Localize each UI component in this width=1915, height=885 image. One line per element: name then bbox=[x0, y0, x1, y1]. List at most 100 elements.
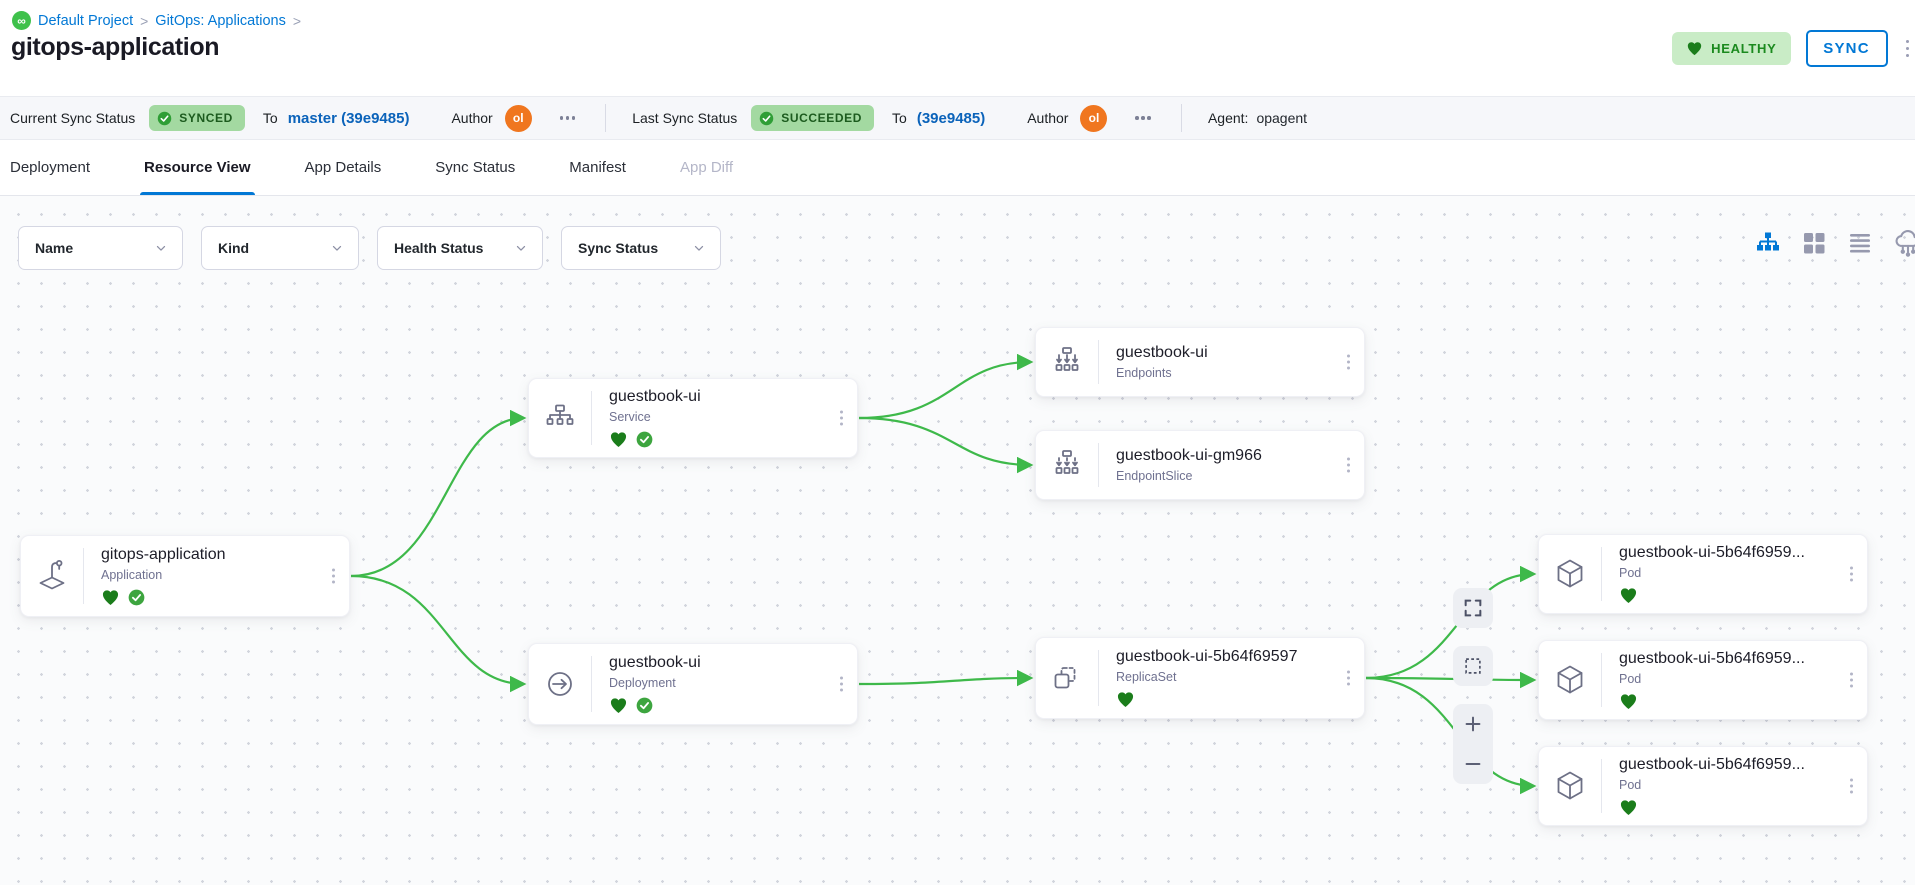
node-menu-icon[interactable] bbox=[1343, 667, 1354, 690]
node-menu-icon[interactable] bbox=[1343, 454, 1354, 477]
resource-node-endpointslice-guestbook-ui-gm966[interactable]: guestbook-ui-gm966EndpointSlice bbox=[1035, 430, 1365, 500]
endpointslice-icon bbox=[1047, 445, 1087, 485]
edge-dep-to-rs bbox=[859, 678, 1031, 684]
last-sync-status-label: Last Sync Status bbox=[632, 110, 737, 126]
more-options-icon[interactable] bbox=[1903, 36, 1913, 62]
succeeded-badge: SUCCEEDED bbox=[751, 105, 874, 131]
node-menu-icon[interactable] bbox=[1846, 563, 1857, 586]
healthy-heart-icon bbox=[609, 697, 628, 714]
more-options-icon[interactable] bbox=[556, 112, 580, 124]
healthy-heart-icon bbox=[1116, 691, 1135, 708]
node-title: guestbook-ui bbox=[609, 654, 701, 672]
synced-check-icon bbox=[636, 431, 653, 448]
edge-app-to-dep bbox=[351, 576, 524, 684]
chevron-down-icon bbox=[330, 241, 344, 255]
cloud-view-icon[interactable] bbox=[1893, 228, 1915, 258]
filter-dropdown-kind[interactable]: Kind bbox=[201, 226, 359, 270]
node-title: guestbook-ui-5b64f6959... bbox=[1619, 544, 1805, 562]
tab-manifest[interactable]: Manifest bbox=[569, 140, 626, 195]
breadcrumb-link-gitops-applications[interactable]: GitOps: Applications bbox=[155, 13, 286, 29]
chevron-down-icon bbox=[692, 241, 706, 255]
heart-icon bbox=[1686, 41, 1703, 56]
breadcrumb-separator: > bbox=[140, 13, 148, 29]
node-title: guestbook-ui bbox=[1116, 344, 1208, 362]
node-menu-icon[interactable] bbox=[836, 673, 847, 696]
node-kind: Application bbox=[101, 568, 226, 582]
page-header: ∞ Default Project > GitOps: Applications… bbox=[0, 0, 1915, 96]
plus-icon bbox=[1462, 713, 1484, 735]
node-menu-icon[interactable] bbox=[836, 407, 847, 430]
current-sync-target-link[interactable]: master (39e9485) bbox=[288, 110, 410, 127]
resource-node-pod-guestbook-ui-5b64f6959[interactable]: guestbook-ui-5b64f6959... Pod bbox=[1538, 534, 1868, 614]
node-title: guestbook-ui-5b64f69597 bbox=[1116, 648, 1297, 666]
breadcrumb-separator: > bbox=[293, 13, 301, 29]
filter-label: Sync Status bbox=[578, 240, 658, 256]
filter-dropdown-sync-status[interactable]: Sync Status bbox=[561, 226, 721, 270]
to-label: To bbox=[892, 110, 907, 126]
resource-node-deployment-guestbook-ui[interactable]: guestbook-ui Deployment bbox=[528, 643, 858, 725]
node-kind: Pod bbox=[1619, 566, 1805, 580]
resource-node-pod-guestbook-ui-5b64f6959[interactable]: guestbook-ui-5b64f6959...Pod bbox=[1538, 640, 1868, 720]
author-label: Author bbox=[1027, 110, 1068, 126]
filter-label: Kind bbox=[218, 240, 249, 256]
zoom-out-button[interactable] bbox=[1453, 744, 1493, 784]
node-menu-icon[interactable] bbox=[1846, 669, 1857, 692]
sync-button[interactable]: SYNC bbox=[1806, 30, 1888, 67]
node-title: guestbook-ui bbox=[609, 388, 701, 406]
last-sync-target-link[interactable]: (39e9485) bbox=[917, 110, 985, 127]
healthy-heart-icon bbox=[1619, 693, 1638, 710]
divider bbox=[605, 104, 606, 132]
header-actions: HEALTHY SYNC bbox=[1672, 30, 1912, 67]
list-view-icon[interactable] bbox=[1847, 230, 1873, 256]
resource-node-application-gitops-application[interactable]: gitops-applicationApplication bbox=[20, 535, 350, 617]
node-kind: Pod bbox=[1619, 778, 1805, 792]
tab-resource-view[interactable]: Resource View bbox=[144, 140, 250, 195]
minus-icon bbox=[1462, 753, 1484, 775]
healthy-heart-icon bbox=[609, 431, 628, 448]
tab-app-diff: App Diff bbox=[680, 140, 733, 195]
fit-view-icon bbox=[1462, 655, 1484, 677]
check-circle-icon bbox=[759, 111, 774, 126]
node-kind: Deployment bbox=[609, 676, 701, 690]
tab-app-details[interactable]: App Details bbox=[305, 140, 382, 195]
resource-node-service-guestbook-ui[interactable]: guestbook-ui Service bbox=[528, 378, 858, 458]
filter-label: Name bbox=[35, 240, 73, 256]
healthy-heart-icon bbox=[1619, 587, 1638, 604]
node-status-badges bbox=[609, 696, 701, 714]
service-icon bbox=[540, 398, 580, 438]
tree-view-icon[interactable] bbox=[1755, 230, 1781, 256]
node-title: guestbook-ui-gm966 bbox=[1116, 447, 1262, 465]
grid-view-icon[interactable] bbox=[1801, 230, 1827, 256]
node-menu-icon[interactable] bbox=[1846, 775, 1857, 798]
more-options-icon[interactable] bbox=[1131, 112, 1155, 124]
zoom-in-button[interactable] bbox=[1453, 704, 1493, 744]
author-avatar: ol bbox=[1080, 105, 1107, 132]
fit-view-button[interactable] bbox=[1453, 646, 1493, 686]
edge-rs-to-pod2 bbox=[1366, 678, 1534, 680]
breadcrumb-link-project[interactable]: Default Project bbox=[38, 13, 133, 29]
resource-node-replicaset-guestbook-ui-5b64f69597[interactable]: guestbook-ui-5b64f69597ReplicaSet bbox=[1035, 637, 1365, 719]
to-label: To bbox=[263, 110, 278, 126]
resource-node-pod-guestbook-ui-5b64f6959[interactable]: guestbook-ui-5b64f6959...Pod bbox=[1538, 746, 1868, 826]
resource-node-endpoints-guestbook-ui[interactable]: guestbook-uiEndpoints bbox=[1035, 327, 1365, 397]
node-status-badges bbox=[1116, 690, 1297, 708]
resource-graph-canvas: Name Kind Health Status Sync Status bbox=[0, 196, 1915, 885]
filter-dropdown-name[interactable]: Name bbox=[18, 226, 183, 270]
current-sync-status-label: Current Sync Status bbox=[10, 110, 135, 126]
node-menu-icon[interactable] bbox=[1343, 351, 1354, 374]
replicaset-icon bbox=[1047, 658, 1087, 698]
pod-icon bbox=[1550, 554, 1590, 594]
view-toggles bbox=[1755, 228, 1915, 258]
filter-dropdown-health-status[interactable]: Health Status bbox=[377, 226, 543, 270]
tab-sync-status[interactable]: Sync Status bbox=[435, 140, 515, 195]
fullscreen-button[interactable] bbox=[1453, 588, 1493, 628]
breadcrumb: ∞ Default Project > GitOps: Applications… bbox=[12, 11, 301, 30]
node-kind: Service bbox=[609, 410, 701, 424]
node-status-badges bbox=[101, 588, 226, 606]
gitops-logo-icon: ∞ bbox=[12, 11, 31, 30]
edge-rs-to-pod1 bbox=[1366, 574, 1534, 678]
agent-value: opagent bbox=[1256, 110, 1307, 126]
tab-deployment[interactable]: Deployment bbox=[10, 140, 90, 195]
node-menu-icon[interactable] bbox=[328, 565, 339, 588]
chevron-down-icon bbox=[514, 241, 528, 255]
